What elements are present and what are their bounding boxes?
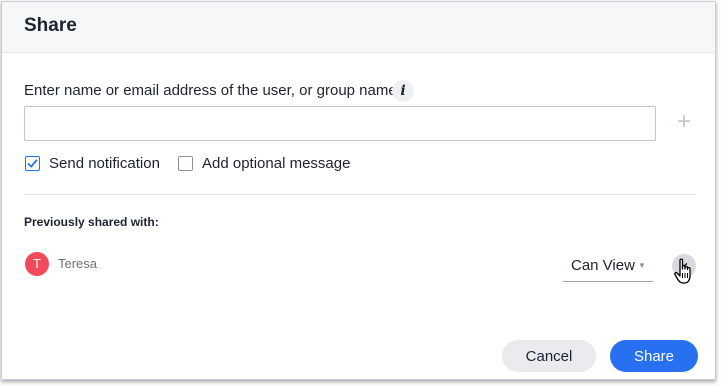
- cancel-button[interactable]: Cancel: [502, 340, 596, 372]
- share-dialog: Share Enter name or email address of the…: [1, 1, 716, 380]
- check-icon: [27, 159, 38, 168]
- permission-dropdown[interactable]: Can View ▼: [563, 251, 653, 282]
- user-search-input[interactable]: [24, 106, 656, 141]
- shared-user-name: Teresa: [58, 256, 98, 271]
- optional-message-checkbox[interactable]: [178, 156, 193, 171]
- chevron-down-icon: ▼: [638, 261, 646, 270]
- permission-value: Can View: [571, 257, 635, 274]
- send-notification-label[interactable]: Send notification: [49, 155, 160, 172]
- dialog-title: Share: [24, 15, 77, 36]
- previously-shared-label: Previously shared with:: [24, 215, 159, 229]
- hand-cursor-icon: [674, 258, 691, 284]
- share-button[interactable]: Share: [610, 340, 698, 372]
- optional-message-label[interactable]: Add optional message: [202, 155, 350, 172]
- send-notification-checkbox[interactable]: [25, 156, 40, 171]
- section-divider: [24, 194, 696, 195]
- field-label: Enter name or email address of the user,…: [24, 82, 397, 99]
- dialog-header: Share: [2, 2, 715, 53]
- info-icon[interactable]: i: [392, 80, 414, 102]
- plus-icon[interactable]: +: [672, 110, 696, 134]
- avatar: T: [25, 252, 49, 276]
